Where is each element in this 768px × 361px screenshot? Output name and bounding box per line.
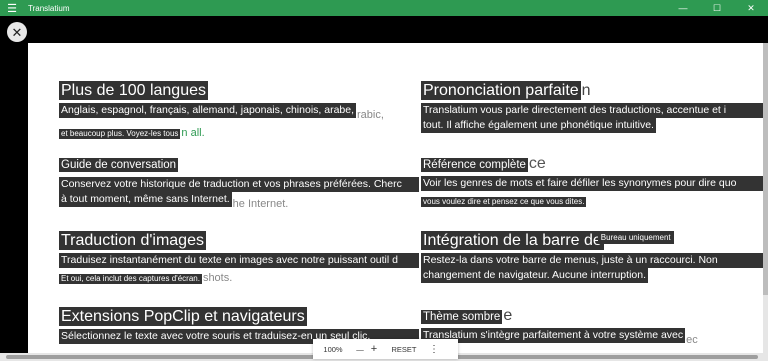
- feature-small-overflow: n all.: [181, 127, 205, 139]
- feature-phrasebook: Guide de conversation Conservez votre hi…: [59, 155, 419, 231]
- hamburger-menu-icon[interactable]: ☰: [0, 0, 24, 16]
- feature-body: Translatium vous parle directement des t…: [421, 103, 763, 118]
- feature-body-overflow: ec: [686, 334, 698, 346]
- title-bar: ☰ Translatium — ☐ ✕: [0, 0, 768, 16]
- feature-body: Translatium s'intègre parfaitement à vot…: [421, 328, 686, 343]
- zoom-in-button[interactable]: +: [367, 339, 381, 359]
- feature-body-line2: tout. Il affiche également une phonétiqu…: [421, 118, 656, 133]
- feature-menubar: Intégration de la barre deBureau uniquem…: [421, 231, 763, 307]
- zoom-reset-button[interactable]: RESET: [381, 339, 427, 359]
- feature-body-overflow: rabic,: [357, 109, 384, 121]
- feature-title: Traduction d'images: [59, 231, 206, 250]
- feature-title: Référence complète: [421, 158, 528, 172]
- maximize-button[interactable]: ☐: [700, 0, 734, 16]
- feature-pronunciation: Prononciation parfaite n Translatium vous…: [421, 81, 763, 155]
- vertical-scroll-thumb[interactable]: [763, 43, 768, 295]
- feature-title: Prononciation parfaite: [421, 81, 581, 100]
- feature-small-overflow: shots.: [202, 272, 233, 284]
- feature-title: Thème sombre: [421, 310, 503, 324]
- close-overlay-button[interactable]: ✕: [7, 22, 27, 42]
- zoom-level: 100%: [323, 344, 343, 354]
- zoom-toolbar: 100% — + RESET ⋮: [313, 339, 458, 359]
- close-window-button[interactable]: ✕: [734, 0, 768, 16]
- feature-body: Traduisez instantanément du texte en ima…: [59, 253, 419, 268]
- feature-small-overflow: he Internet.: [232, 198, 289, 210]
- window-controls: — ☐ ✕: [666, 0, 768, 16]
- feature-small-text: à tout moment, même sans Internet.: [59, 192, 232, 207]
- vertical-scrollbar[interactable]: [763, 43, 768, 353]
- feature-title-overflow: e: [503, 307, 513, 324]
- features-left-column: Plus de 100 langues Anglais, espagnol, f…: [59, 81, 419, 344]
- more-options-icon[interactable]: ⋮: [427, 339, 441, 359]
- feature-small-text: vous voulez dire et pensez ce que vous d…: [421, 197, 587, 207]
- features-right-column: Prononciation parfaite n Translatium vous…: [421, 81, 763, 348]
- feature-body-line2: changement de navigateur. Aucune interru…: [421, 268, 648, 283]
- feature-dark-theme: Thème sombre e Translatium s'intègre parf…: [421, 307, 763, 348]
- feature-title-overflow: n: [581, 82, 591, 99]
- feature-body: Anglais, espagnol, français, allemand, j…: [59, 103, 357, 118]
- feature-title: Guide de conversation: [59, 158, 179, 172]
- feature-languages: Plus de 100 langues Anglais, espagnol, f…: [59, 81, 419, 155]
- feature-reference: Référence complète ce Voir les genres de …: [421, 155, 763, 231]
- minimize-button[interactable]: —: [666, 0, 700, 16]
- zoom-out-button[interactable]: —: [353, 339, 367, 359]
- feature-page: Plus de 100 langues Anglais, espagnol, f…: [28, 43, 763, 353]
- feature-body: Conservez votre historique de traduction…: [59, 177, 419, 192]
- feature-title: Extensions PopClip et navigateurs: [59, 307, 307, 326]
- feature-image-translation: Traduction d'images Traduisez instantané…: [59, 231, 419, 307]
- feature-body: Voir les genres de mots et faire défiler…: [421, 176, 763, 191]
- window-title: Translatium: [28, 3, 70, 13]
- desktop-only-badge: Bureau uniquement: [597, 231, 674, 244]
- dark-top-band: [0, 16, 768, 43]
- feature-body: Restez-la dans votre barre de menus, jus…: [421, 253, 763, 268]
- feature-title: Intégration de la barre de: [421, 231, 604, 250]
- feature-title: Plus de 100 langues: [59, 81, 208, 100]
- feature-small-text: et beaucoup plus. Voyez-les tous: [59, 129, 181, 139]
- feature-title-overflow: ce: [528, 155, 546, 172]
- feature-small-text: Et oui, cela inclut des captures d'écran…: [59, 274, 202, 284]
